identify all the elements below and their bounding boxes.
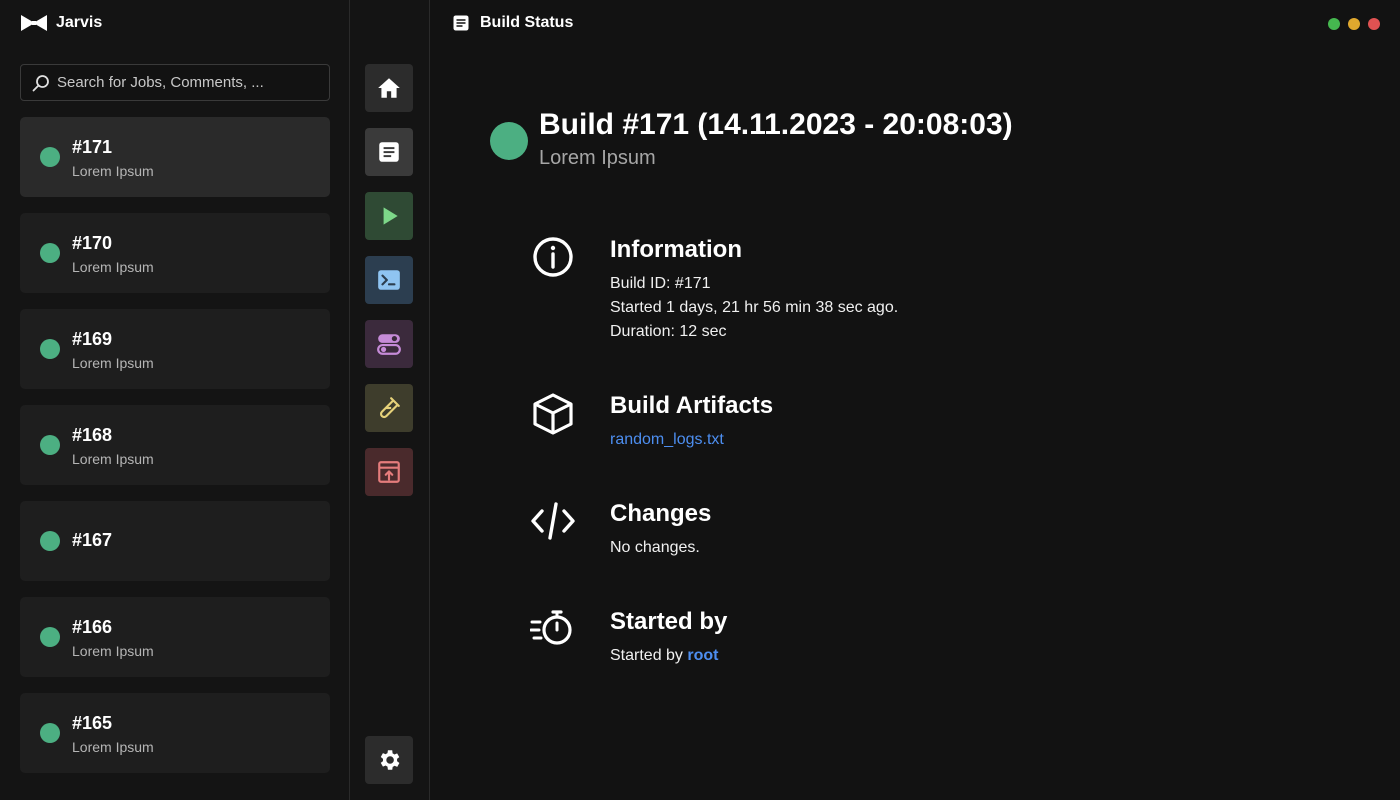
sidebar: Jarvis #171Lorem Ipsum#170Lorem Ipsum#16… [0, 0, 350, 800]
home-icon [378, 78, 400, 98]
build-duration: Duration: 12 sec [610, 323, 727, 340]
job-item[interactable]: #170 Lorem Ipsum [20, 213, 330, 293]
job-item[interactable]: #167 [20, 501, 330, 581]
job-item[interactable]: #171 Lorem Ipsum [20, 117, 330, 197]
changes-details: No changes. [610, 536, 700, 560]
close-button[interactable] [1368, 18, 1380, 30]
job-number: #165 [72, 713, 113, 733]
open-external-button[interactable] [365, 448, 413, 496]
brand: Jarvis [20, 13, 102, 33]
window-controls [1328, 18, 1380, 30]
app-name: Jarvis [56, 14, 103, 31]
test-tube-icon [380, 397, 400, 419]
changes-text: No changes. [610, 539, 700, 556]
home-button[interactable] [365, 64, 413, 112]
play-icon [383, 207, 398, 225]
search-input[interactable] [57, 74, 329, 91]
job-subtitle: Lorem Ipsum [72, 259, 154, 275]
build-subtitle: Lorem Ipsum [539, 147, 656, 169]
build-status-button[interactable] [365, 128, 413, 176]
gear-icon [380, 750, 400, 770]
user-link[interactable]: root [687, 647, 718, 664]
job-item[interactable]: #166 Lorem Ipsum [20, 597, 330, 677]
job-number: #169 [72, 329, 113, 349]
changes-title: Changes [610, 500, 712, 527]
parameters-button[interactable] [365, 320, 413, 368]
job-item[interactable]: #168 Lorem Ipsum [20, 405, 330, 485]
job-status-dot [40, 147, 60, 167]
document-icon [453, 15, 469, 31]
build-id: Build ID: #171 [610, 275, 711, 292]
document-icon [379, 142, 399, 162]
toggle-icon [377, 334, 401, 355]
tests-button[interactable] [365, 384, 413, 432]
search-box[interactable] [20, 64, 330, 101]
box-icon [530, 392, 576, 438]
job-list: #171 Lorem Ipsum #170 Lorem Ipsum #169 Lorem … [20, 117, 330, 789]
information-title: Information [610, 236, 742, 263]
settings-button[interactable] [365, 736, 413, 784]
stopwatch-icon [529, 608, 576, 654]
job-item[interactable]: #165 Lorem Ipsum [20, 693, 330, 773]
job-number: #166 [72, 617, 113, 637]
information-details: Build ID: #171 Started 1 days, 21 hr 56 … [610, 272, 898, 344]
job-subtitle: Lorem Ipsum [72, 739, 154, 755]
panel-header: Build Status [452, 14, 573, 32]
minimize-button[interactable] [1348, 18, 1360, 30]
toolbar [350, 0, 430, 800]
info-icon [530, 236, 576, 282]
started-by-prefix: Started by [610, 647, 683, 664]
job-subtitle: Lorem Ipsum [72, 451, 154, 467]
started-by-details: Started by root [610, 644, 719, 668]
app-window: Jarvis #171Lorem Ipsum#170Lorem Ipsum#16… [0, 0, 1400, 800]
started-by-title: Started by [610, 608, 728, 635]
maximize-button[interactable] [1328, 18, 1340, 30]
artifacts-title: Build Artifacts [610, 392, 774, 419]
run-button[interactable] [365, 192, 413, 240]
open-external-icon [378, 461, 400, 483]
terminal-icon [378, 270, 400, 290]
search-icon [32, 74, 49, 91]
artifacts-list: random_logs.txt [610, 428, 724, 452]
bowtie-logo-icon [21, 15, 47, 31]
job-status-dot [40, 339, 60, 359]
console-button[interactable] [365, 256, 413, 304]
job-subtitle: Lorem Ipsum [72, 163, 154, 179]
main-panel: Build Status Build #171 (14.11.2023 - 20… [430, 0, 1400, 800]
job-status-dot [40, 243, 60, 263]
job-status-dot [40, 531, 60, 551]
build-status-indicator [490, 122, 528, 160]
code-icon [530, 500, 576, 546]
job-subtitle: Lorem Ipsum [72, 355, 154, 371]
job-number: #170 [72, 233, 113, 253]
job-status-dot [40, 435, 60, 455]
job-subtitle: Lorem Ipsum [72, 643, 154, 659]
job-status-dot [40, 627, 60, 647]
job-number: #168 [72, 425, 113, 445]
job-status-dot [40, 723, 60, 743]
panel-title: Build Status [480, 14, 574, 31]
build-title: Build #171 (14.11.2023 - 20:08:03) [539, 108, 1013, 141]
job-number: #167 [72, 530, 113, 550]
job-number: #171 [72, 137, 113, 157]
artifact-link[interactable]: random_logs.txt [610, 431, 724, 448]
job-item[interactable]: #169 Lorem Ipsum [20, 309, 330, 389]
started-ago: Started 1 days, 21 hr 56 min 38 sec ago. [610, 299, 899, 316]
